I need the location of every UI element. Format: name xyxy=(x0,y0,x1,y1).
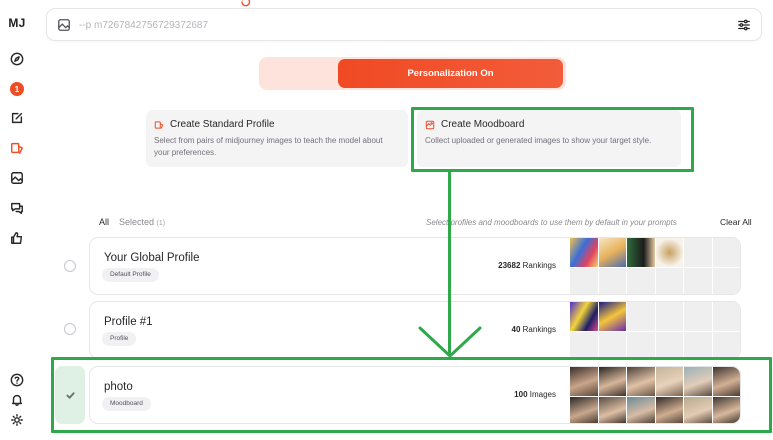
bell-icon[interactable] xyxy=(8,391,26,409)
thumbnail xyxy=(712,238,740,267)
thumbnail-grid xyxy=(570,367,740,423)
thumbnail-grid xyxy=(570,238,740,294)
filter-tabs: All Selected (1) xyxy=(99,217,165,227)
check-icon xyxy=(65,391,75,399)
thumbnail xyxy=(655,267,683,294)
personalization-on-button[interactable]: Personalization On xyxy=(338,59,563,88)
count-unit: Images xyxy=(529,390,556,399)
explore-icon[interactable] xyxy=(8,50,26,68)
selection-hint: Select profiles and moodboards to use th… xyxy=(426,218,677,227)
count-unit: Rankings xyxy=(522,261,556,270)
thumbnail xyxy=(684,367,712,396)
image-icon[interactable] xyxy=(8,169,26,187)
tab-selected-label: Selected xyxy=(119,217,155,227)
thumbnail xyxy=(627,267,655,294)
thumbnail xyxy=(598,302,626,331)
thumbnail xyxy=(712,331,740,358)
profile-name: Your Global Profile xyxy=(104,252,200,264)
count-value: 23682 xyxy=(498,261,521,270)
thumbnail xyxy=(570,267,598,294)
prompt-input[interactable] xyxy=(79,15,679,35)
card-title: Create Moodboard xyxy=(441,119,525,130)
thumbnail xyxy=(655,331,683,358)
thumbnail xyxy=(598,367,626,396)
prompt-bar xyxy=(46,8,762,41)
thumbnail-grid xyxy=(570,302,740,358)
count-value: 40 xyxy=(511,325,521,334)
create-standard-profile-card[interactable]: Create Standard Profile Select from pair… xyxy=(146,110,408,167)
thumbnail xyxy=(655,302,683,331)
clear-all-button[interactable]: Clear All xyxy=(720,217,752,227)
thumbnail xyxy=(627,396,655,423)
thumbnail xyxy=(598,267,626,294)
moodboard-icon xyxy=(425,120,435,129)
thumbnail xyxy=(570,367,598,396)
select-radio-global[interactable] xyxy=(64,260,76,272)
personalization-toggle[interactable]: Personalization On xyxy=(259,57,566,90)
thumbnail xyxy=(598,238,626,267)
count-unit: Rankings xyxy=(522,325,556,334)
thumbnail xyxy=(684,267,712,294)
tab-selected[interactable]: Selected (1) xyxy=(119,217,165,227)
app-logo[interactable]: MJ xyxy=(0,16,34,30)
thumbnail xyxy=(655,238,683,267)
thumbnail xyxy=(684,331,712,358)
profile-tag: Moodboard xyxy=(102,397,151,411)
thumbnail xyxy=(684,238,712,267)
profile-row-global[interactable]: Your Global Profile Default Profile 2368… xyxy=(89,237,741,295)
card-description: Collect uploaded or generated images to … xyxy=(425,136,652,145)
thumbnail xyxy=(627,331,655,358)
thumbnail xyxy=(712,267,740,294)
thumbnail xyxy=(655,396,683,423)
thumbnail xyxy=(570,238,598,267)
thumbnail xyxy=(570,396,598,423)
profile-name: photo xyxy=(104,381,133,393)
thumbnail xyxy=(598,396,626,423)
personalize-icon[interactable] xyxy=(8,139,26,157)
thumbnail xyxy=(712,396,740,423)
thumbnail xyxy=(627,238,655,267)
thumbnail xyxy=(712,302,740,331)
thumbnail xyxy=(627,302,655,331)
help-icon[interactable] xyxy=(8,371,26,389)
profile-row-profile1[interactable]: Profile #1 Profile 40 Rankings xyxy=(89,301,741,359)
annotation-arrow-head xyxy=(416,324,484,360)
thumbnail xyxy=(570,302,598,331)
thumbnail xyxy=(712,367,740,396)
profile-name: Profile #1 xyxy=(104,316,153,328)
thumbnail xyxy=(627,367,655,396)
selected-checkbox[interactable] xyxy=(55,366,85,424)
profile-row-photo[interactable]: photo Moodboard 100 Images xyxy=(89,366,741,424)
card-title: Create Standard Profile xyxy=(170,119,275,130)
profile-count: 23682 Rankings xyxy=(498,261,556,270)
notification-badge[interactable]: 1 xyxy=(10,82,24,96)
count-value: 100 xyxy=(514,390,528,399)
thumbnail xyxy=(684,396,712,423)
image-upload-icon[interactable] xyxy=(57,18,71,32)
profile-icon xyxy=(154,120,164,129)
profile-count: 100 Images xyxy=(514,390,556,399)
tab-selected-count: (1) xyxy=(156,220,166,227)
profile-count: 40 Rankings xyxy=(512,325,557,334)
like-icon[interactable] xyxy=(8,229,26,247)
thumbnail xyxy=(684,302,712,331)
sun-icon[interactable] xyxy=(8,411,26,429)
select-radio-profile1[interactable] xyxy=(64,323,76,335)
tab-all[interactable]: All xyxy=(99,217,109,227)
settings-sliders-icon[interactable] xyxy=(737,18,751,32)
profile-tag: Default Profile xyxy=(102,268,159,282)
thumbnail xyxy=(598,331,626,358)
profile-tag: Profile xyxy=(102,332,137,346)
chat-icon[interactable] xyxy=(8,199,26,217)
create-moodboard-card[interactable]: Create Moodboard Collect uploaded or gen… xyxy=(417,110,681,167)
thumbnail xyxy=(655,367,683,396)
card-description: Select from pairs of midjourney images t… xyxy=(154,136,383,157)
thumbnail xyxy=(570,331,598,358)
edit-icon[interactable] xyxy=(8,109,26,127)
left-rail: MJ 1 xyxy=(0,0,34,440)
